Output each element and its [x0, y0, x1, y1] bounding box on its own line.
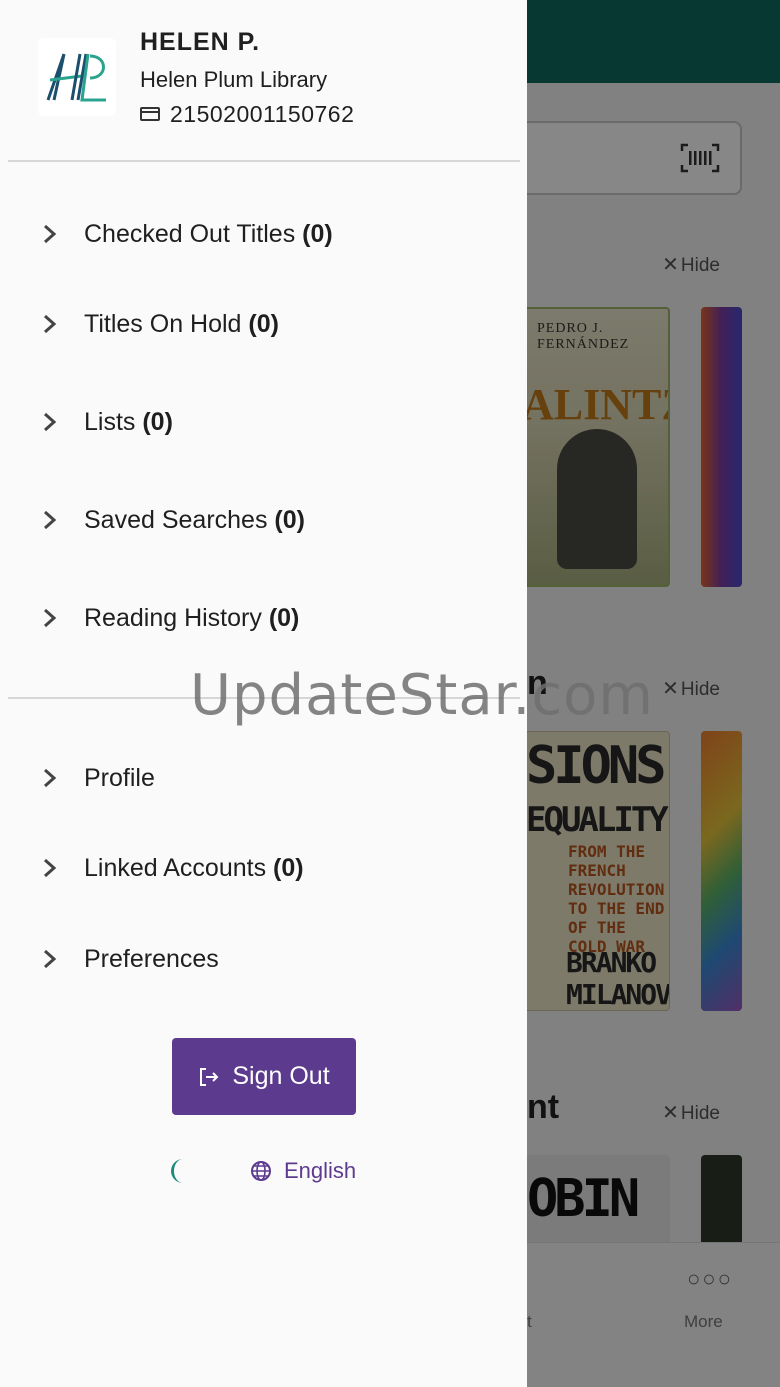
menu-label: Profile — [84, 764, 155, 793]
library-name: Helen Plum Library — [140, 67, 328, 92]
menu-count: (0) — [142, 407, 173, 436]
menu-label: Saved Searches (0) — [84, 506, 305, 535]
watermark: UpdateStar.com — [190, 663, 654, 728]
menu-label-text: Profile — [84, 763, 155, 792]
menu-count: (0) — [248, 309, 279, 338]
menu-label-text: Titles On Hold — [84, 309, 242, 338]
menu-profile[interactable]: Profile — [0, 748, 527, 808]
menu-preferences[interactable]: Preferences — [0, 929, 527, 989]
chevron-right-icon — [44, 858, 57, 878]
language-selector[interactable]: English — [250, 1156, 356, 1186]
chevron-right-icon — [44, 768, 57, 788]
menu-label: Preferences — [84, 945, 219, 974]
menu-count: (0) — [302, 219, 333, 248]
menu-label-text: Reading History — [84, 603, 262, 632]
sign-out-button[interactable]: Sign Out — [172, 1038, 356, 1115]
sign-out-icon — [200, 1067, 219, 1086]
menu-label: Checked Out Titles (0) — [84, 220, 333, 249]
menu-label-text: Preferences — [84, 944, 219, 973]
chevron-right-icon — [44, 949, 57, 969]
library-logo — [38, 38, 116, 116]
language-label: English — [284, 1158, 357, 1183]
divider — [8, 160, 520, 162]
menu-checked-out-titles[interactable]: Checked Out Titles (0) — [0, 204, 527, 264]
menu-titles-on-hold[interactable]: Titles On Hold (0) — [0, 294, 527, 354]
menu-label-text: Checked Out Titles — [84, 219, 296, 248]
menu-label-text: Lists — [84, 407, 136, 436]
menu-label-text: Saved Searches — [84, 505, 268, 534]
card-number: 21502001150762 — [170, 100, 355, 127]
menu-label: Reading History (0) — [84, 604, 299, 633]
chevron-right-icon — [44, 412, 57, 432]
menu-count: (0) — [274, 505, 305, 534]
chevron-right-icon — [44, 510, 57, 530]
globe-icon — [251, 1161, 271, 1181]
library-card: 21502001150762 — [140, 100, 354, 128]
menu-label: Lists (0) — [84, 408, 173, 437]
menu-label: Linked Accounts (0) — [84, 854, 304, 883]
menu-reading-history[interactable]: Reading History (0) — [0, 588, 527, 648]
card-icon — [140, 107, 160, 121]
dark-mode-moon-icon[interactable] — [163, 1156, 193, 1186]
chevron-right-icon — [44, 314, 57, 334]
chevron-right-icon — [44, 224, 57, 244]
chevron-right-icon — [44, 608, 57, 628]
menu-saved-searches[interactable]: Saved Searches (0) — [0, 490, 527, 550]
menu-count: (0) — [273, 853, 304, 882]
menu-label: Titles On Hold (0) — [84, 310, 279, 339]
menu-label-text: Linked Accounts — [84, 853, 267, 882]
user-name: HELEN P. — [140, 28, 261, 56]
menu-count: (0) — [268, 603, 300, 632]
sign-out-label: Sign Out — [232, 1062, 330, 1090]
menu-linked-accounts[interactable]: Linked Accounts (0) — [0, 838, 527, 898]
menu-lists[interactable]: Lists (0) — [0, 392, 527, 452]
